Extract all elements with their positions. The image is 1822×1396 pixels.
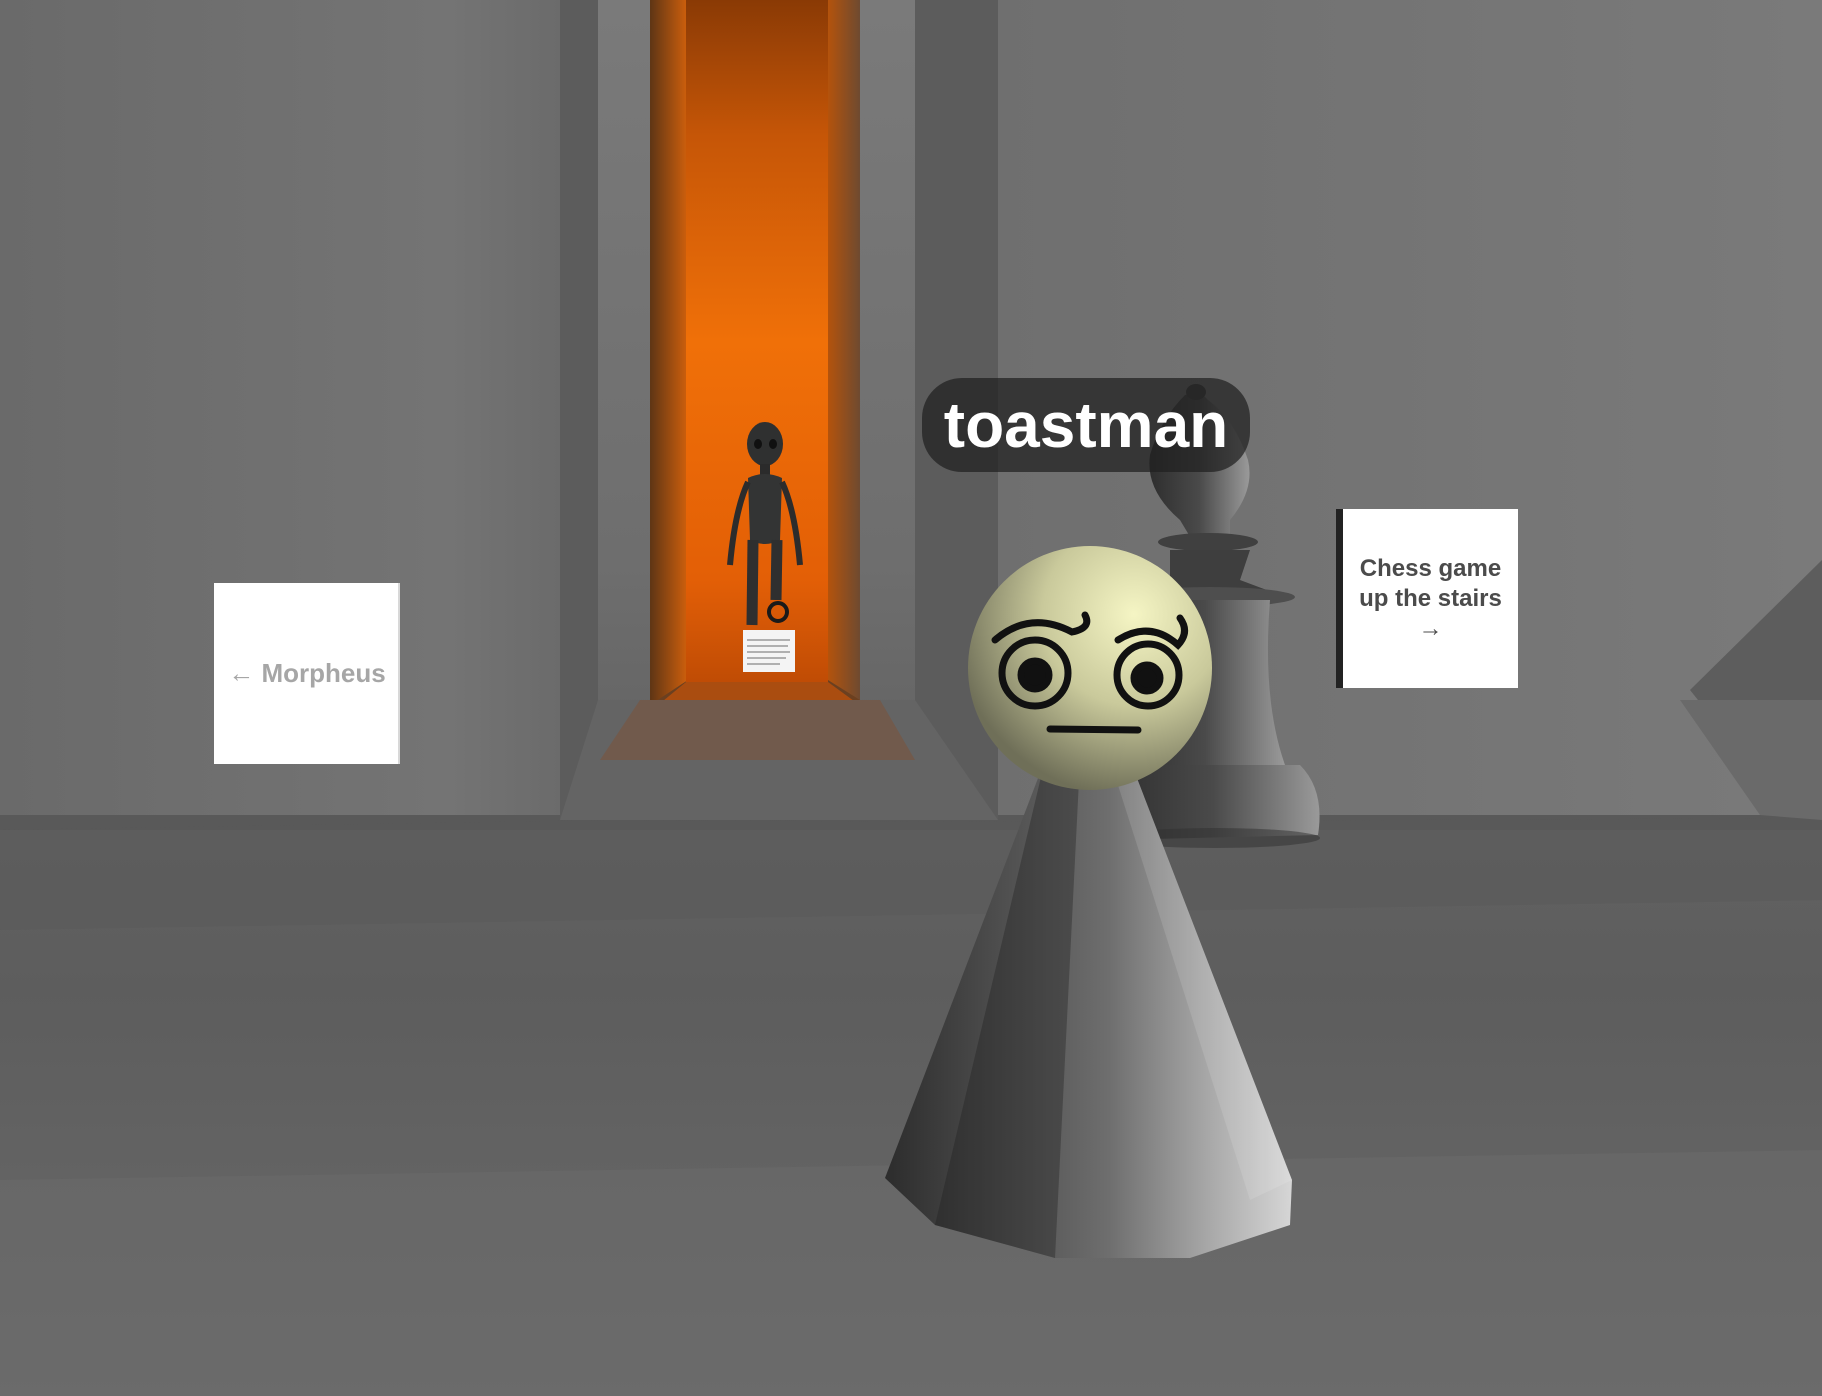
sign-chess-game[interactable]: Chess game up the stairs → xyxy=(1336,509,1518,688)
sign-morpheus-label: ← Morpheus xyxy=(228,658,386,688)
sign-line-1: Chess game xyxy=(1359,554,1502,582)
sign-line-2: up the stairs xyxy=(1359,584,1502,612)
sign-chess-game-text: Chess game up the stairs → xyxy=(1359,554,1502,644)
player-name: toastman xyxy=(943,389,1229,461)
sign-arrow: → xyxy=(1418,614,1443,642)
sign-morpheus[interactable]: ← Morpheus xyxy=(214,583,400,764)
player-nametag: toastman xyxy=(922,378,1250,472)
game-viewport[interactable]: ← Morpheus Chess game up the stairs → to… xyxy=(0,0,1822,1396)
